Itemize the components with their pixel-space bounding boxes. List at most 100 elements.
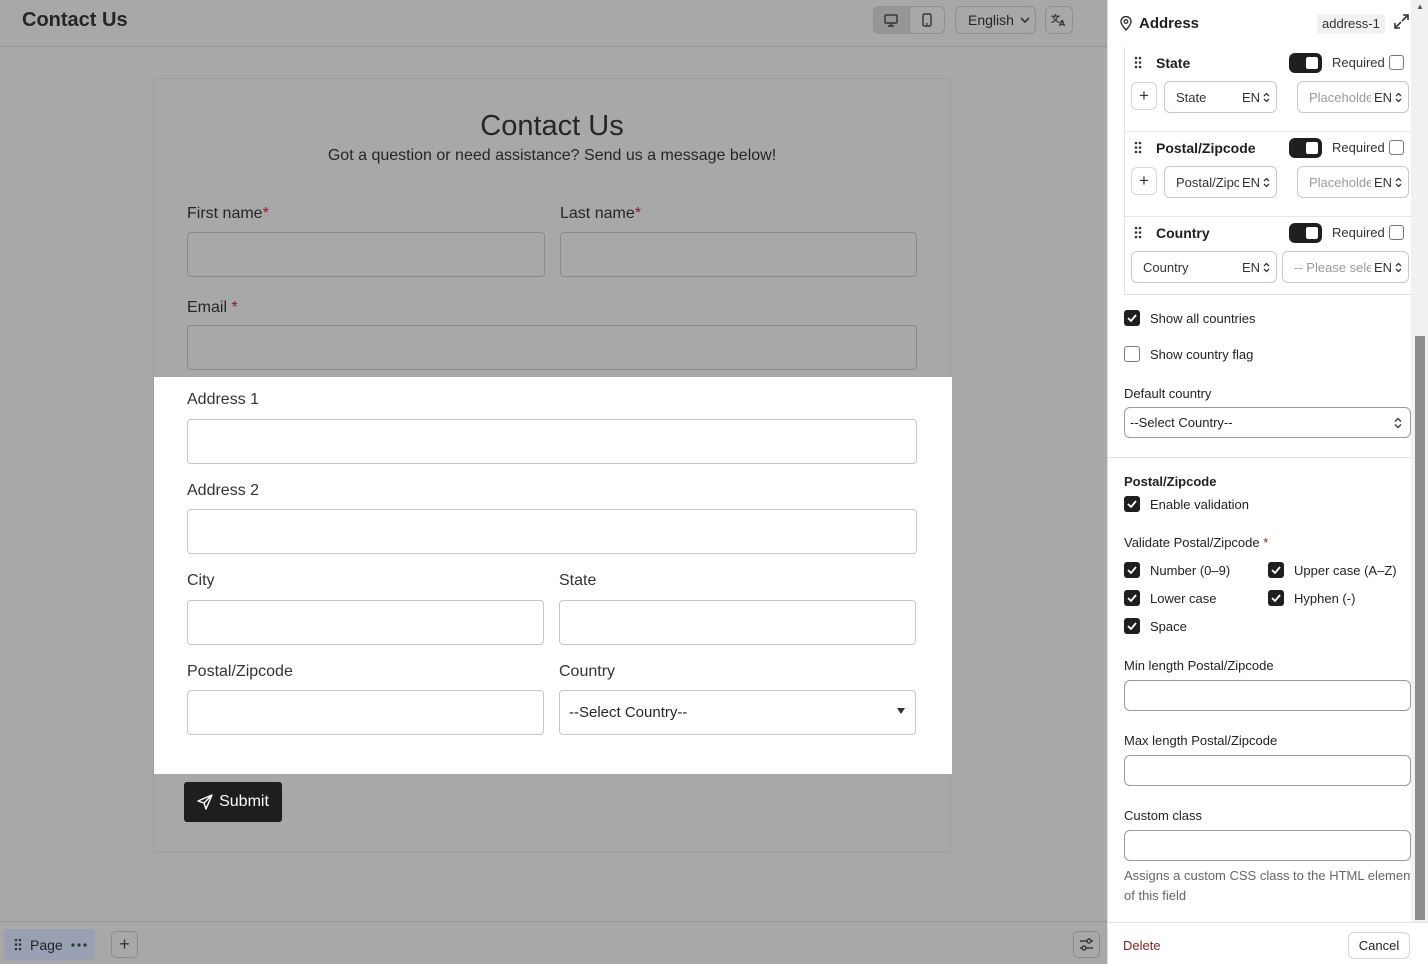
expand-button[interactable] bbox=[1394, 14, 1409, 34]
checkbox-checked[interactable] bbox=[1124, 496, 1140, 512]
validate-lowercase-option[interactable]: Lower case bbox=[1124, 590, 1216, 606]
checkbox-checked[interactable] bbox=[1124, 562, 1140, 578]
caret-down-icon bbox=[897, 708, 905, 714]
country-select-value: --Select Country-- bbox=[569, 704, 688, 721]
default-country-value: --Select Country-- bbox=[1130, 415, 1233, 430]
language-stepper[interactable]: EN bbox=[1238, 90, 1270, 105]
language-stepper[interactable]: EN bbox=[1238, 175, 1270, 190]
visibility-toggle[interactable] bbox=[1289, 138, 1322, 158]
visibility-toggle[interactable] bbox=[1289, 53, 1322, 73]
page-title: Contact Us bbox=[22, 9, 128, 31]
checkbox-checked[interactable] bbox=[1268, 562, 1284, 578]
delete-button[interactable]: Delete bbox=[1123, 938, 1161, 953]
language-stepper[interactable]: EN bbox=[1370, 175, 1402, 190]
top-toolbar: Contact Us English 文A bbox=[0, 0, 1107, 47]
option-label: Space bbox=[1150, 618, 1187, 634]
drag-handle-icon[interactable] bbox=[1134, 56, 1142, 69]
address1-field[interactable] bbox=[187, 419, 917, 464]
checkbox-checked[interactable] bbox=[1124, 310, 1140, 326]
check-icon bbox=[1127, 566, 1137, 574]
field-settings-panel: Address address-1 State Required + State… bbox=[1107, 0, 1428, 964]
validate-space-option[interactable]: Space bbox=[1124, 618, 1187, 634]
visibility-toggle[interactable] bbox=[1289, 223, 1322, 243]
address2-field[interactable] bbox=[187, 509, 917, 554]
updown-icon bbox=[1263, 262, 1270, 273]
drag-handle-icon[interactable] bbox=[1134, 141, 1142, 154]
cancel-button[interactable]: Cancel bbox=[1348, 932, 1410, 959]
label-input-value: State bbox=[1176, 89, 1207, 105]
submit-button[interactable]: Submit bbox=[184, 782, 282, 822]
custom-class-label: Custom class bbox=[1124, 808, 1203, 823]
updown-icon bbox=[1394, 417, 1402, 429]
max-length-input[interactable] bbox=[1124, 755, 1411, 786]
translate-icon: 文A bbox=[1051, 13, 1066, 27]
editor-canvas: Contact Us Got a question or need assist… bbox=[0, 47, 1107, 921]
drag-handle-icon bbox=[14, 938, 22, 951]
lang-code: EN bbox=[1373, 90, 1392, 105]
settings-button[interactable] bbox=[1073, 931, 1100, 958]
email-field[interactable] bbox=[187, 325, 917, 370]
add-button[interactable]: + bbox=[1131, 82, 1157, 110]
form-subheading: Got a question or need assistance? Send … bbox=[327, 147, 777, 164]
language-stepper[interactable]: EN bbox=[1370, 260, 1402, 275]
show-country-flag-option[interactable]: Show country flag bbox=[1124, 346, 1253, 362]
label-input[interactable]: Country EN bbox=[1131, 251, 1277, 283]
required-checkbox[interactable] bbox=[1389, 55, 1404, 70]
language-stepper[interactable]: EN bbox=[1370, 90, 1402, 105]
add-page-button[interactable]: + bbox=[111, 931, 138, 958]
required-checkbox[interactable] bbox=[1389, 140, 1404, 155]
desktop-view-button[interactable] bbox=[874, 7, 909, 33]
svg-text:A: A bbox=[1059, 19, 1066, 27]
country-select[interactable]: --Select Country-- bbox=[559, 690, 916, 735]
checkbox-unchecked[interactable] bbox=[1124, 346, 1140, 362]
validate-number-option[interactable]: Number (0–9) bbox=[1124, 562, 1230, 578]
show-all-countries-option[interactable]: Show all countries bbox=[1124, 310, 1256, 326]
postal-field[interactable] bbox=[187, 690, 544, 735]
placeholder-input[interactable]: Placeholder EN bbox=[1297, 81, 1409, 113]
more-options-icon[interactable] bbox=[71, 942, 87, 947]
lang-code: EN bbox=[1241, 90, 1260, 105]
min-length-input[interactable] bbox=[1124, 680, 1411, 711]
enable-validation-option[interactable]: Enable validation bbox=[1124, 496, 1249, 512]
validate-uppercase-option[interactable]: Upper case (A–Z) bbox=[1268, 562, 1397, 578]
country-label: Country bbox=[559, 663, 616, 680]
scroll-up-icon[interactable]: ▲ bbox=[1416, 2, 1424, 11]
city-field[interactable] bbox=[187, 600, 544, 645]
address-block-selected[interactable]: Address 1 Address 2 City State Postal/Zi… bbox=[154, 377, 952, 774]
label-input[interactable]: Postal/Zipcode EN bbox=[1164, 166, 1277, 198]
sliders-icon bbox=[1080, 938, 1093, 951]
drag-handle-icon[interactable] bbox=[1134, 226, 1142, 239]
custom-class-input[interactable] bbox=[1124, 830, 1411, 861]
state-field[interactable] bbox=[559, 600, 916, 645]
placeholder-input[interactable]: -- Please select -- EN bbox=[1282, 251, 1409, 283]
validate-postal-label: Validate Postal/Zipcode * bbox=[1124, 535, 1269, 550]
scroll-thumb[interactable] bbox=[1415, 336, 1425, 920]
chevron-down-icon bbox=[1020, 17, 1030, 23]
validate-hyphen-option[interactable]: Hyphen (-) bbox=[1268, 590, 1355, 606]
default-country-select[interactable]: --Select Country-- bbox=[1124, 407, 1411, 438]
subfield-country: Country Required Country EN -- Please se… bbox=[1125, 217, 1413, 302]
city-label: City bbox=[187, 572, 215, 589]
language-select[interactable]: English bbox=[955, 6, 1036, 34]
device-toggle bbox=[873, 6, 945, 34]
translate-button[interactable]: 文A bbox=[1045, 6, 1073, 34]
add-button[interactable]: + bbox=[1131, 167, 1157, 195]
mobile-view-button[interactable] bbox=[908, 7, 944, 33]
form-heading: Contact Us bbox=[480, 110, 624, 142]
show-all-countries-label: Show all countries bbox=[1150, 310, 1256, 326]
page-tab[interactable]: Page bbox=[4, 929, 95, 960]
first-name-field[interactable] bbox=[187, 232, 545, 277]
last-name-field[interactable] bbox=[560, 232, 917, 277]
label-input[interactable]: State EN bbox=[1164, 81, 1277, 113]
location-pin-icon bbox=[1120, 16, 1132, 31]
checkbox-checked[interactable] bbox=[1124, 590, 1140, 606]
first-name-label: First name* bbox=[187, 205, 269, 222]
checkbox-checked[interactable] bbox=[1124, 618, 1140, 634]
panel-scrollbar[interactable]: ▲ ▼ bbox=[1411, 0, 1428, 964]
checkbox-checked[interactable] bbox=[1268, 590, 1284, 606]
placeholder-input[interactable]: Placeholder EN bbox=[1297, 166, 1409, 198]
default-country-label: Default country bbox=[1124, 386, 1212, 401]
expand-icon bbox=[1394, 14, 1409, 29]
required-checkbox[interactable] bbox=[1389, 225, 1404, 240]
language-stepper[interactable]: EN bbox=[1238, 260, 1270, 275]
